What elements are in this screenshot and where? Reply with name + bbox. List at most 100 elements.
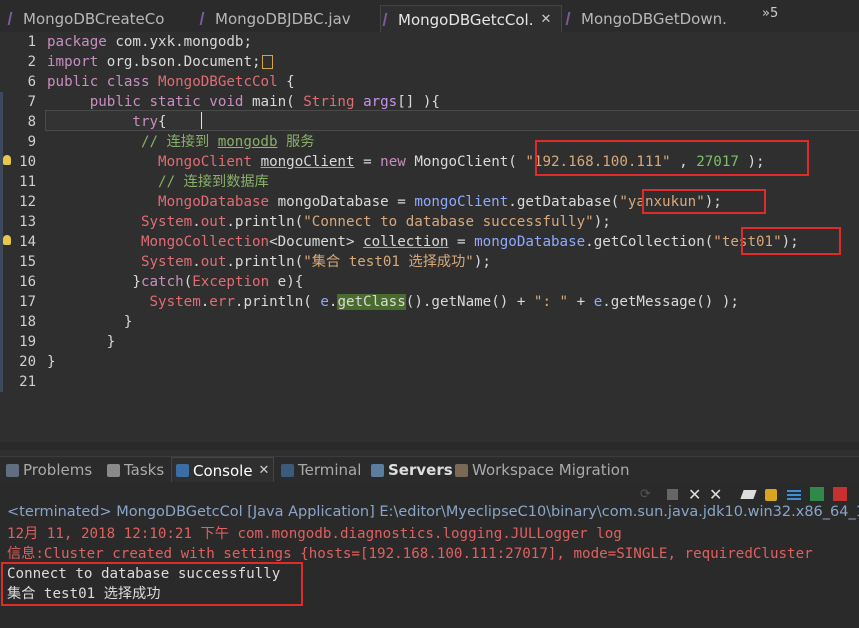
code-line: MongoCollection<Document> collection = m… bbox=[47, 232, 799, 252]
console-icon bbox=[176, 464, 189, 477]
tab-mongodb-getccol[interactable]: MongoDBGetcCol. ✕ bbox=[380, 5, 562, 33]
stop-icon[interactable] bbox=[665, 487, 680, 502]
code-token: } bbox=[123, 314, 133, 330]
code-line: } bbox=[47, 332, 116, 352]
line-number: 17 bbox=[19, 294, 36, 310]
quickfix-bulb-icon[interactable] bbox=[3, 155, 11, 165]
line-number: 13 bbox=[19, 214, 36, 230]
tasks-icon bbox=[107, 463, 120, 477]
tab-servers[interactable]: Servers bbox=[371, 457, 453, 483]
console-terminated-line: <terminated> MongoDBGetcCol [Java Applic… bbox=[7, 504, 859, 520]
code-token: . bbox=[192, 214, 201, 230]
code-token: import bbox=[47, 54, 99, 70]
code-token: e){ bbox=[269, 274, 304, 290]
close-icon[interactable]: ✕ bbox=[259, 463, 270, 478]
code-line: // 连接到数据库 bbox=[47, 172, 269, 192]
terminal-icon bbox=[281, 463, 294, 477]
code-token: mongoClient bbox=[260, 154, 355, 170]
code-token: err bbox=[209, 294, 235, 310]
code-line: // 连接到 mongodb 服务 bbox=[47, 132, 314, 152]
code-token: } bbox=[47, 354, 56, 370]
line-number: 6 bbox=[27, 74, 36, 90]
code-token: MongoCollection bbox=[140, 234, 270, 250]
code-line: import org.bson.Document; bbox=[47, 52, 273, 72]
horizontal-scrollbar[interactable] bbox=[0, 442, 859, 450]
tab-workspace-migration[interactable]: Workspace Migration bbox=[455, 457, 629, 483]
code-token: .getDatabase( bbox=[508, 194, 620, 210]
code-token: System bbox=[149, 294, 201, 310]
code-token: + bbox=[568, 294, 594, 310]
tab-label: Tasks bbox=[124, 461, 165, 479]
java-file-icon bbox=[381, 12, 390, 28]
pin-console-icon[interactable] bbox=[810, 487, 825, 502]
line-number: 9 bbox=[27, 134, 36, 150]
code-token: = bbox=[448, 234, 475, 250]
line-number: 11 bbox=[19, 174, 36, 190]
code-line: MongoDatabase mongoDatabase = mongoClien… bbox=[47, 192, 722, 212]
code-token: out bbox=[200, 214, 227, 230]
java-file-icon bbox=[198, 11, 207, 27]
tab-mongodb-getdown[interactable]: MongoDBGetDown. bbox=[564, 5, 754, 32]
tab-tasks[interactable]: Tasks bbox=[107, 457, 164, 483]
code-token: e bbox=[593, 294, 603, 310]
tab-label: Servers bbox=[388, 461, 453, 479]
code-editor[interactable]: 1 2 6 7 8 9 10 11 12 13 14 15 16 17 18 1… bbox=[0, 32, 859, 450]
code-line: System.err.println( e.getClass().getName… bbox=[47, 292, 739, 312]
word-wrap-icon[interactable] bbox=[787, 487, 802, 502]
code-token: com.yxk.mongodb; bbox=[106, 34, 253, 50]
tab-label: MongoDBGetcCol. bbox=[398, 10, 534, 29]
scroll-lock-icon[interactable] bbox=[763, 487, 778, 502]
code-token: // 连接到数据库 bbox=[158, 174, 269, 190]
tab-label: MongoDBCreateCo bbox=[23, 9, 165, 28]
folded-code-icon[interactable] bbox=[261, 55, 273, 69]
tab-terminal[interactable]: Terminal bbox=[281, 457, 361, 483]
tab-label: Workspace Migration bbox=[472, 461, 630, 479]
code-token: public class bbox=[47, 74, 150, 90]
remove-all-terminated-icon[interactable]: ✕ bbox=[709, 487, 724, 503]
code-token: mongoDatabase bbox=[277, 194, 389, 210]
code-token: String bbox=[303, 94, 355, 110]
clear-console-icon[interactable] bbox=[740, 487, 757, 502]
terminate-icon[interactable]: ⟳ bbox=[640, 487, 655, 502]
tab-mongodb-jdbc[interactable]: MongoDBJDBC.jav bbox=[198, 5, 378, 32]
code-token: mongodb bbox=[217, 134, 278, 150]
code-line: public static void main( String args[] )… bbox=[47, 92, 440, 112]
code-token: } bbox=[132, 274, 141, 290]
editor-tab-bar: MongoDBCreateCo MongoDBJDBC.jav MongoDBG… bbox=[0, 0, 859, 33]
quickfix-bulb-icon[interactable] bbox=[3, 235, 11, 245]
line-number: 14 bbox=[19, 234, 36, 250]
code-token: System bbox=[140, 214, 193, 230]
more-tabs-button[interactable]: »5 bbox=[762, 6, 778, 21]
code-token: { bbox=[158, 114, 167, 130]
tab-mongodb-create[interactable]: MongoDBCreateCo bbox=[6, 5, 194, 32]
tab-console[interactable]: Console ✕ bbox=[171, 457, 275, 483]
code-token: .println( bbox=[226, 214, 304, 230]
code-token: { bbox=[277, 74, 295, 90]
code-token: .getCollection( bbox=[585, 234, 714, 250]
code-line: } bbox=[47, 312, 133, 332]
line-number: 7 bbox=[27, 94, 36, 110]
code-token: MongoClient( bbox=[405, 154, 517, 170]
code-line: } bbox=[47, 352, 56, 372]
line-number: 10 bbox=[19, 154, 36, 170]
tab-problems[interactable]: Problems bbox=[6, 457, 92, 483]
code-token: } bbox=[106, 334, 116, 350]
code-token: new bbox=[380, 154, 406, 170]
code-line: public class MongoDBGetcCol { bbox=[47, 72, 295, 92]
console-view[interactable]: ⟳ ✕ ✕ <terminated> MongoDBGetcCol [Java … bbox=[0, 482, 859, 628]
java-file-icon bbox=[6, 11, 15, 27]
remove-launch-icon[interactable]: ✕ bbox=[688, 487, 703, 503]
problems-icon bbox=[6, 463, 19, 477]
highlight-box-database bbox=[642, 189, 766, 214]
code-token: args bbox=[363, 94, 398, 110]
line-number: 15 bbox=[19, 254, 36, 270]
code-token: mongoClient bbox=[414, 194, 509, 210]
code-token: MongoClient bbox=[158, 154, 253, 170]
close-icon[interactable]: ✕ bbox=[540, 12, 551, 27]
tab-label: Console bbox=[193, 461, 253, 480]
display-console-icon[interactable] bbox=[833, 487, 848, 502]
code-token: org.bson.Document; bbox=[98, 54, 261, 70]
console-log-line: 信息:Cluster created with settings {hosts=… bbox=[7, 546, 813, 562]
line-number: 21 bbox=[19, 374, 36, 390]
tab-label: MongoDBJDBC.jav bbox=[215, 9, 351, 28]
